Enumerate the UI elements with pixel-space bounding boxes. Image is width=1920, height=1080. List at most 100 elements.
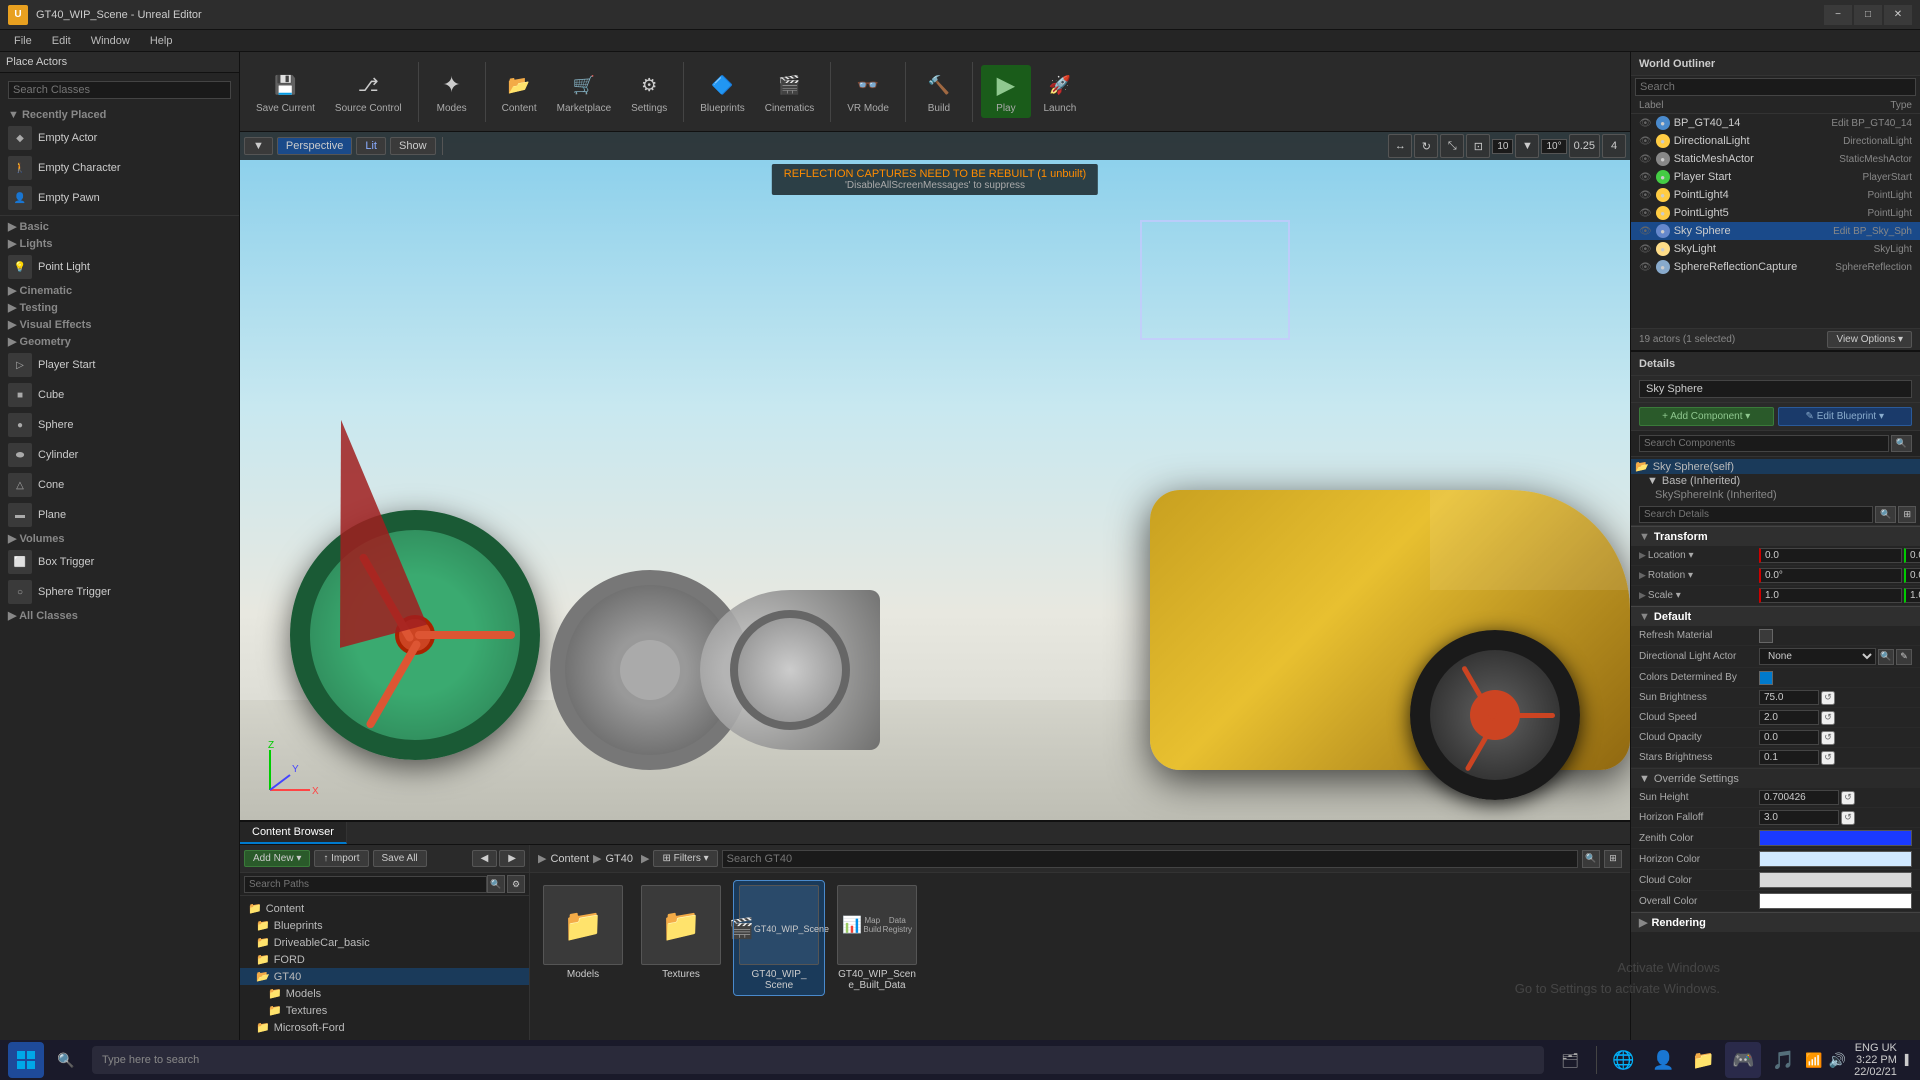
- cloud-opacity-reset[interactable]: ↺: [1821, 731, 1835, 745]
- play-button[interactable]: ▶ Play: [981, 65, 1031, 118]
- actor-empty-character[interactable]: 🚶 Empty Character: [0, 153, 239, 183]
- menu-window[interactable]: Window: [81, 33, 140, 49]
- cinematics-button[interactable]: 🎬 Cinematics: [757, 65, 822, 118]
- cloud-speed-input[interactable]: [1759, 710, 1819, 725]
- override-settings-header[interactable]: ▼ Override Settings: [1631, 768, 1920, 788]
- folder-gt40[interactable]: 📂GT40: [240, 968, 529, 985]
- music-taskbar-button[interactable]: 🎵: [1765, 1042, 1801, 1078]
- default-section-header[interactable]: ▼ Default: [1631, 606, 1920, 626]
- horizon-color-swatch[interactable]: [1759, 851, 1912, 867]
- asset-textures-folder[interactable]: 📁 Textures: [636, 881, 726, 984]
- scale-y-input[interactable]: [1904, 588, 1920, 603]
- section-testing[interactable]: ▶ Testing: [0, 299, 239, 316]
- menu-file[interactable]: File: [4, 33, 42, 49]
- menu-edit[interactable]: Edit: [42, 33, 81, 49]
- translate-gizmo-button[interactable]: ↔: [1388, 134, 1412, 158]
- section-basic[interactable]: ▶ Basic: [0, 218, 239, 235]
- actor-player-start[interactable]: ▷ Player Start: [0, 350, 239, 380]
- visibility-icon[interactable]: 👁: [1639, 118, 1652, 129]
- rotate-gizmo-button[interactable]: ↻: [1414, 134, 1438, 158]
- scale-gizmo-button[interactable]: ⤡: [1440, 134, 1464, 158]
- skysphereinherited-item[interactable]: SkySphereInk (Inherited): [1631, 488, 1920, 502]
- actor-sphere[interactable]: ● Sphere: [0, 410, 239, 440]
- actor-cube[interactable]: ■ Cube: [0, 380, 239, 410]
- start-button[interactable]: [8, 1042, 44, 1078]
- section-cinematic[interactable]: ▶ Cinematic: [0, 282, 239, 299]
- volume-icon[interactable]: 🔊: [1829, 1052, 1846, 1069]
- outliner-row-sky-sphere[interactable]: 👁 ● Sky Sphere Edit BP_Sky_Sph: [1631, 222, 1920, 240]
- folder-models[interactable]: 📁Models: [240, 985, 529, 1002]
- asset-gt40-scene[interactable]: 🎬 GT40_WIP_ Scene GT40_WIP_Scene: [734, 881, 824, 995]
- directional-light-actor-search[interactable]: 🔍: [1878, 649, 1894, 665]
- task-view-button[interactable]: 🗂: [1552, 1042, 1588, 1078]
- search-components-input[interactable]: [1639, 435, 1889, 452]
- files-taskbar-button[interactable]: 📁: [1685, 1042, 1721, 1078]
- sun-height-reset[interactable]: ↺: [1841, 791, 1855, 805]
- outliner-row-directional-light[interactable]: 👁 ● DirectionalLight DirectionalLight: [1631, 132, 1920, 150]
- modes-button[interactable]: ✦ Modes: [427, 65, 477, 118]
- close-button[interactable]: ✕: [1884, 5, 1912, 25]
- person-taskbar-button[interactable]: 👤: [1645, 1042, 1681, 1078]
- edge-taskbar-button[interactable]: 🌐: [1605, 1042, 1641, 1078]
- search-paths-input[interactable]: [244, 876, 487, 893]
- folder-blueprints[interactable]: 📁Blueprints: [240, 917, 529, 934]
- actor-cylinder[interactable]: ⬬ Cylinder: [0, 440, 239, 470]
- asset-search-button[interactable]: 🔍: [1582, 850, 1600, 868]
- outliner-row-pointlight5[interactable]: 👁 ● PointLight5 PointLight: [1631, 204, 1920, 222]
- horizon-falloff-input[interactable]: [1759, 810, 1839, 825]
- stars-brightness-input[interactable]: [1759, 750, 1819, 765]
- folder-content[interactable]: 📁Content: [240, 900, 529, 917]
- details-grid-view[interactable]: ⊞: [1898, 506, 1916, 523]
- viewport[interactable]: ▼ Perspective Lit Show ↔ ↻ ⤡ ⊡ 10 ▼: [240, 132, 1630, 820]
- sun-height-input[interactable]: [1759, 790, 1839, 805]
- outliner-row-skylight[interactable]: 👁 ● SkyLight SkyLight: [1631, 240, 1920, 258]
- details-name-input[interactable]: [1639, 380, 1912, 398]
- actor-plane[interactable]: ▬ Plane: [0, 500, 239, 530]
- search-classes-input[interactable]: [8, 81, 231, 99]
- grid-snap-dropdown[interactable]: ▼: [1515, 134, 1539, 158]
- import-button[interactable]: ↑ Import: [314, 850, 368, 867]
- source-control-button[interactable]: ⎇ Source Control: [327, 65, 410, 118]
- lit-button[interactable]: Lit: [356, 137, 386, 155]
- vr-mode-button[interactable]: 👓 VR Mode: [839, 65, 897, 118]
- scale-x-input[interactable]: [1759, 588, 1902, 603]
- add-component-button[interactable]: + Add Component ▾: [1639, 407, 1774, 426]
- section-all-classes[interactable]: ▶ All Classes: [0, 607, 239, 624]
- search-taskbar-field[interactable]: Type here to search: [92, 1046, 1544, 1074]
- folder-settings-button[interactable]: ⚙: [507, 875, 525, 893]
- outliner-search-input[interactable]: [1635, 78, 1916, 96]
- horizon-falloff-reset[interactable]: ↺: [1841, 811, 1855, 825]
- back-button[interactable]: ◀: [472, 850, 498, 867]
- cloud-opacity-input[interactable]: [1759, 730, 1819, 745]
- details-search-input[interactable]: [1639, 506, 1873, 523]
- search-taskbar-button[interactable]: 🔍: [48, 1042, 84, 1078]
- outliner-row-static-mesh[interactable]: 👁 ● StaticMeshActor StaticMeshActor: [1631, 150, 1920, 168]
- forward-button[interactable]: ▶: [499, 850, 525, 867]
- sky-sphere-self-item[interactable]: 📂 Sky Sphere(self): [1631, 459, 1920, 474]
- rendering-section-header[interactable]: ▶ Rendering: [1631, 912, 1920, 932]
- cloud-speed-reset[interactable]: ↺: [1821, 711, 1835, 725]
- location-y-input[interactable]: [1904, 548, 1920, 563]
- refresh-material-checkbox[interactable]: [1759, 629, 1773, 643]
- viewport-dropdown-button[interactable]: ▼: [244, 137, 273, 155]
- rotation-y-input[interactable]: [1904, 568, 1920, 583]
- outliner-row-player-start[interactable]: 👁 ● Player Start PlayerStart: [1631, 168, 1920, 186]
- actor-box-trigger[interactable]: ⬜ Box Trigger: [0, 547, 239, 577]
- perspective-button[interactable]: Perspective: [277, 137, 352, 155]
- unreal-taskbar-button[interactable]: 🎮: [1725, 1042, 1761, 1078]
- minimize-button[interactable]: −: [1824, 5, 1852, 25]
- folder-ford[interactable]: 📁FORD: [240, 951, 529, 968]
- blueprints-button[interactable]: 🔷 Blueprints: [692, 65, 752, 118]
- transform-section-header[interactable]: ▼ Transform: [1631, 526, 1920, 546]
- search-components-button[interactable]: 🔍: [1891, 435, 1912, 452]
- actor-empty-pawn[interactable]: 👤 Empty Pawn: [0, 183, 239, 213]
- save-current-button[interactable]: 💾 Save Current: [248, 65, 323, 118]
- marketplace-button[interactable]: 🛒 Marketplace: [549, 65, 619, 118]
- actor-sphere-trigger[interactable]: ○ Sphere Trigger: [0, 577, 239, 607]
- actor-point-light[interactable]: 💡 Point Light: [0, 252, 239, 282]
- outliner-row-pointlight4[interactable]: 👁 ● PointLight4 PointLight: [1631, 186, 1920, 204]
- content-browser-tab[interactable]: Content Browser: [240, 822, 347, 844]
- outliner-view-options-button[interactable]: View Options ▾: [1827, 331, 1912, 348]
- location-x-input[interactable]: [1759, 548, 1902, 563]
- breadcrumb-content-link[interactable]: Content: [550, 853, 589, 865]
